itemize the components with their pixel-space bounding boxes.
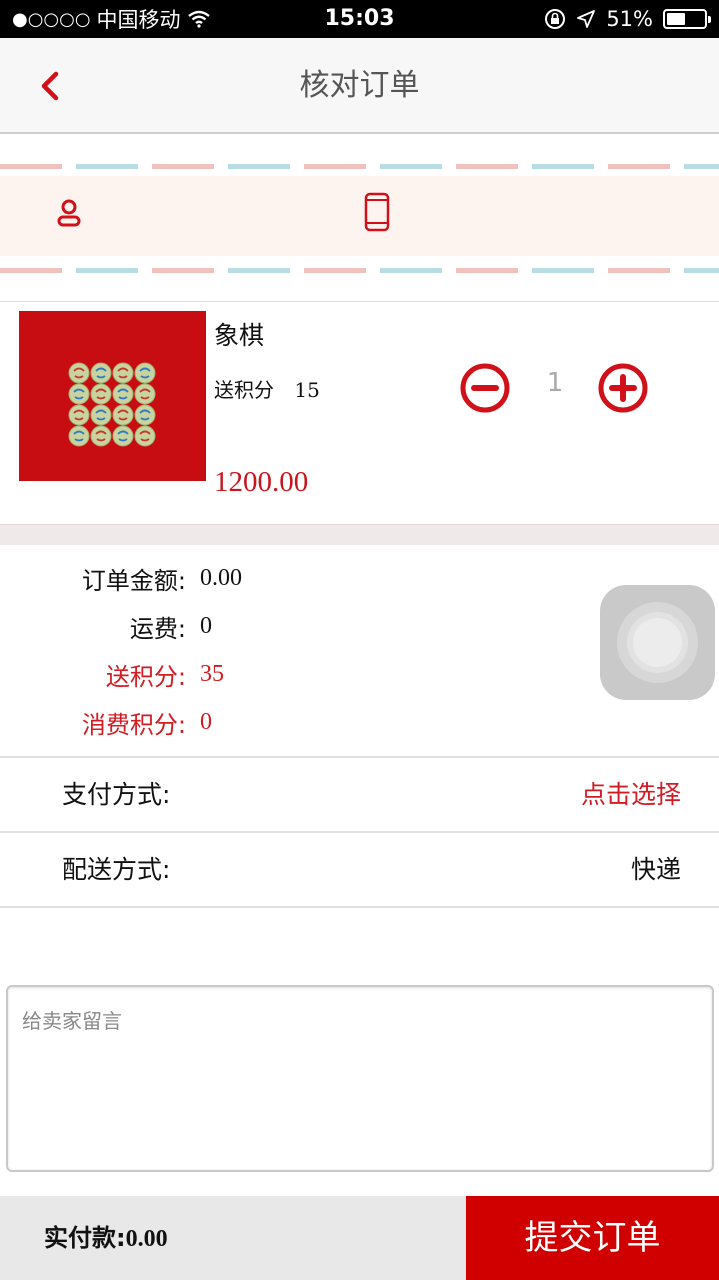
bonus-points-label: 送积分: xyxy=(105,662,186,691)
amount-payable: 实付款:0.00 xyxy=(44,1196,168,1280)
xiangqi-pieces-image xyxy=(19,311,206,481)
product-image[interactable] xyxy=(19,311,206,481)
address-card[interactable] xyxy=(0,136,719,302)
seller-message-input[interactable] xyxy=(6,985,714,1172)
chess-piece xyxy=(90,404,112,426)
nav-bar: 核对订单 xyxy=(0,38,719,134)
chess-piece xyxy=(68,362,90,384)
location-arrow-icon xyxy=(577,10,596,28)
product-bonus-value: 15 xyxy=(294,378,320,402)
product-item: 象棋 送积分 15 1200.00 1 xyxy=(0,302,719,524)
battery-percent: 51% xyxy=(606,7,653,31)
amount-payable-label: 实付款: xyxy=(44,1224,126,1252)
product-bonus: 送积分 15 xyxy=(214,374,320,403)
battery-level xyxy=(667,13,685,25)
address-body xyxy=(0,176,719,256)
payment-method-label: 支付方式: xyxy=(62,780,171,809)
chess-piece xyxy=(90,362,112,384)
payment-method-select[interactable]: 点击选择 xyxy=(581,758,681,832)
amount-payable-value: 0.00 xyxy=(125,1226,168,1252)
chess-piece xyxy=(68,404,90,426)
bonus-points-value: 35 xyxy=(200,660,224,687)
product-bonus-label: 送积分 xyxy=(214,378,274,402)
battery-icon xyxy=(663,9,711,29)
minus-circle-icon[interactable] xyxy=(459,362,511,414)
quantity-value[interactable]: 1 xyxy=(520,368,590,398)
section-gap xyxy=(0,524,719,545)
payment-method-row[interactable]: 支付方式: 点击选择 xyxy=(0,758,719,832)
product-name: 象棋 xyxy=(214,321,265,350)
delivery-method-value[interactable]: 快递 xyxy=(631,833,681,907)
plus-circle-icon[interactable] xyxy=(597,362,649,414)
status-right: 51% xyxy=(544,0,711,38)
phone-icon xyxy=(364,192,390,232)
person-icon xyxy=(57,199,81,227)
order-amount-label: 订单金额: xyxy=(81,566,186,595)
delivery-method-row[interactable]: 配送方式: 快递 xyxy=(0,833,719,907)
chess-piece xyxy=(112,383,134,405)
divider xyxy=(0,906,719,908)
order-amount-value: 0.00 xyxy=(200,564,242,591)
envelope-stripe-top xyxy=(0,164,719,169)
submit-order-button[interactable]: 提交订单 xyxy=(466,1196,719,1280)
envelope-stripe-bottom xyxy=(0,268,719,273)
spend-points-value: 0 xyxy=(200,708,212,735)
chess-piece xyxy=(134,404,156,426)
chess-piece xyxy=(90,425,112,447)
checkout-bar: 实付款:0.00 提交订单 xyxy=(0,1196,719,1280)
chess-piece xyxy=(90,383,112,405)
product-price: 1200.00 xyxy=(214,466,309,498)
chess-piece xyxy=(134,383,156,405)
shipping-label: 运费: xyxy=(129,614,186,643)
chess-piece xyxy=(134,362,156,384)
delivery-method-label: 配送方式: xyxy=(62,855,171,884)
chess-piece xyxy=(112,425,134,447)
page-title: 核对订单 xyxy=(299,68,420,103)
chess-piece xyxy=(68,425,90,447)
chess-piece xyxy=(134,425,156,447)
chess-piece xyxy=(112,362,134,384)
assistive-touch-button[interactable] xyxy=(600,585,715,700)
status-bar: ●○○○○ 中国移动 15:03 51% xyxy=(0,0,719,38)
spend-points-row: 消费积分: 0 xyxy=(0,702,719,742)
shipping-value: 0 xyxy=(200,612,212,639)
rotation-lock-icon xyxy=(545,9,566,29)
chess-piece xyxy=(112,404,134,426)
chess-piece xyxy=(68,383,90,405)
spend-points-label: 消费积分: xyxy=(81,710,186,739)
